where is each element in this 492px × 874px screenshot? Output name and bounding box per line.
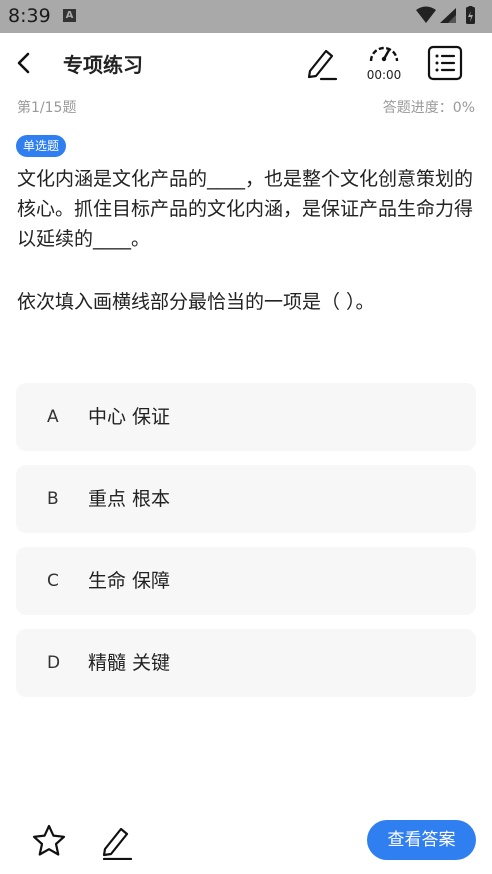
option-text: 中心 保证 [88,406,171,428]
option-d[interactable]: D 精髓 关键 [16,629,476,697]
question-stem: 文化内涵是文化产品的____，也是整个文化创意策划的核心。抓住目标产品的文化内涵… [17,168,474,250]
option-b[interactable]: B 重点 根本 [16,465,476,533]
view-answer-button[interactable]: 查看答案 [367,820,476,860]
page-title: 专项练习 [63,53,143,77]
star-icon[interactable] [31,823,67,859]
option-letter: A [47,407,59,427]
speedometer-icon [369,46,399,62]
pen-icon[interactable] [304,45,338,81]
screen: 8:39 A 专项练习 00:00 第1/15题 答题进度：0% 单选题 文化内… [0,0,492,874]
status-icons [416,6,475,24]
list-icon[interactable] [426,44,464,82]
notification-icon: A [63,9,76,22]
option-letter: C [47,571,59,591]
timer-text: 00:00 [366,68,402,82]
option-letter: B [47,489,59,509]
status-time: 8:39 [8,5,51,27]
option-text: 重点 根本 [88,488,171,510]
question-type-badge: 单选题 [16,135,67,157]
timer[interactable]: 00:00 [362,41,406,87]
header: 专项练习 00:00 [0,33,492,93]
question-index: 第1/15题 [17,100,77,116]
edit-icon[interactable] [100,822,134,860]
option-text: 生命 保障 [88,570,171,592]
question-prompt: 依次填入画横线部分最恰当的一项是（ ）。 [17,291,375,313]
answer-progress: 答题进度：0% [382,100,475,116]
option-a[interactable]: A 中心 保证 [16,383,476,451]
option-letter: D [47,653,61,673]
status-bar: 8:39 A [0,0,492,33]
back-icon[interactable] [12,49,36,77]
option-text: 精髓 关键 [88,652,171,674]
battery-icon [466,6,475,24]
option-c[interactable]: C 生命 保障 [16,547,476,615]
wifi-icon [416,6,436,23]
